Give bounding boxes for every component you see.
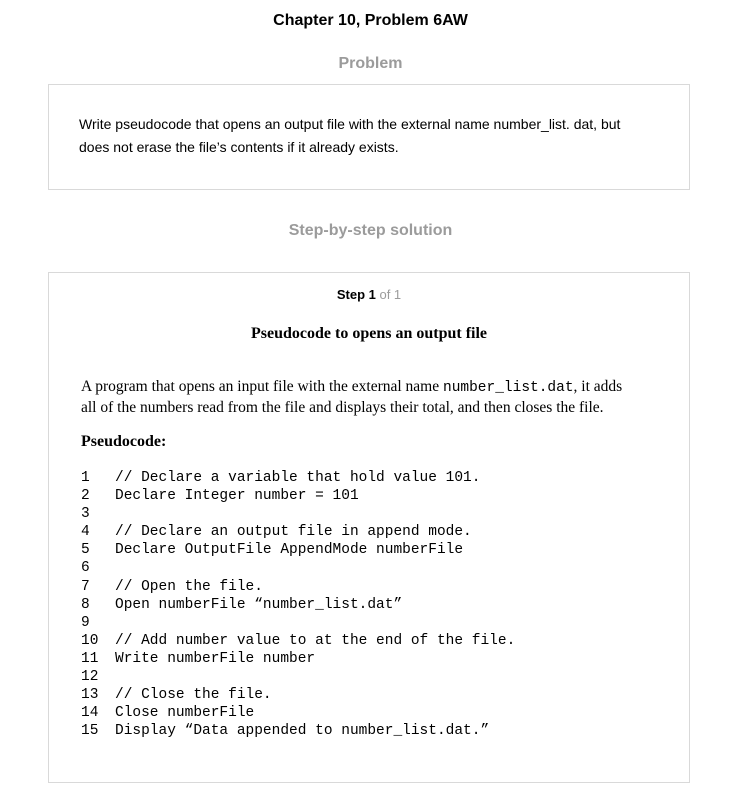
code-line: 9 bbox=[81, 614, 515, 632]
line-number: 13 bbox=[81, 687, 99, 704]
code-text: // Add number value to at the end of the… bbox=[115, 632, 516, 649]
solution-title: Pseudocode to opens an output file bbox=[250, 325, 488, 342]
line-number: 8 bbox=[81, 596, 90, 613]
solution-intro-line: all of the numbers read from the file an… bbox=[81, 399, 604, 416]
intro-text: , it adds bbox=[573, 378, 623, 395]
line-number: 15 bbox=[81, 723, 99, 740]
line-number: 4 bbox=[81, 524, 90, 541]
code-text: Declare OutputFile AppendMode numberFile bbox=[115, 542, 464, 559]
line-number: 10 bbox=[81, 632, 99, 649]
line-number: 5 bbox=[81, 542, 90, 559]
code-line: 1 // Declare a variable that hold value 1… bbox=[81, 469, 515, 487]
line-number: 2 bbox=[81, 488, 90, 505]
code-line: 6 bbox=[81, 559, 515, 577]
code-text: Open numberFile “number_list.dat” bbox=[115, 596, 403, 613]
code-line: 5 Declare OutputFile AppendMode numberFil… bbox=[81, 541, 515, 559]
problem-heading: Problem bbox=[338, 55, 403, 72]
line-number: 3 bbox=[81, 506, 90, 523]
code-line: 7 // Open the file. bbox=[81, 578, 515, 596]
problem-text: Write pseudocode that opens an output fi… bbox=[79, 113, 659, 159]
code-text: // Declare a variable that hold value 10… bbox=[115, 470, 481, 486]
code-text: // Open the file. bbox=[115, 578, 263, 595]
code-line: 12 bbox=[81, 668, 515, 686]
problem-text-line: does not erase the file’s contents if it… bbox=[79, 139, 399, 155]
solution-heading: Step-by-step solution bbox=[288, 222, 453, 239]
code-line: 15 Display “Data appended to number_list.… bbox=[81, 722, 515, 740]
line-number: 6 bbox=[81, 560, 90, 577]
code-text: // Close the file. bbox=[115, 687, 272, 704]
line-number: 9 bbox=[81, 614, 90, 631]
intro-code: number_list.dat bbox=[443, 380, 574, 396]
code-line: 13 // Close the file. bbox=[81, 686, 515, 704]
pseudocode-label: Pseudocode: bbox=[81, 433, 167, 450]
code-text: Write numberFile number bbox=[115, 650, 316, 667]
step-number: Step 1 bbox=[336, 287, 376, 302]
problem-text-line: Write pseudocode that opens an output fi… bbox=[79, 116, 621, 132]
code-line: 10 // Add number value to at the end of t… bbox=[81, 632, 515, 650]
solution-intro: A program that opens an input file with … bbox=[81, 377, 671, 418]
line-number: 11 bbox=[81, 650, 99, 667]
code-line: 14 Close numberFile bbox=[81, 704, 515, 722]
code-text: Close numberFile bbox=[115, 705, 255, 722]
code-text: Display “Data appended to number_list.da… bbox=[115, 723, 490, 740]
code-line: 8 Open numberFile “number_list.dat” bbox=[81, 596, 515, 614]
code-line: 4 // Declare an output file in append mod… bbox=[81, 523, 515, 541]
code-line: 3 bbox=[81, 505, 515, 523]
problem-box: Write pseudocode that opens an output fi… bbox=[48, 84, 690, 190]
line-number: 12 bbox=[81, 669, 99, 686]
intro-text: A program that opens an input file with … bbox=[81, 378, 443, 395]
line-number: 7 bbox=[81, 578, 90, 595]
code-line: 2 Declare Integer number = 101 bbox=[81, 487, 515, 505]
solution-intro-line: A program that opens an input file with … bbox=[81, 377, 671, 398]
code-text: // Declare an output file in append mode… bbox=[115, 524, 472, 541]
line-number: 14 bbox=[81, 705, 99, 722]
step-total: of 1 bbox=[375, 287, 402, 302]
code-block: 1 // Declare a variable that hold value 1… bbox=[81, 469, 515, 740]
page-title: Chapter 10, Problem 6AW bbox=[273, 12, 468, 29]
code-line: 11 Write numberFile number bbox=[81, 650, 515, 668]
code-text: Declare Integer number = 101 bbox=[115, 488, 359, 505]
solution-box: Step 1 of 1 Pseudocode to opens an outpu… bbox=[48, 272, 690, 783]
line-number: 1 bbox=[81, 470, 90, 486]
step-label: Step 1 of 1 bbox=[49, 287, 689, 302]
